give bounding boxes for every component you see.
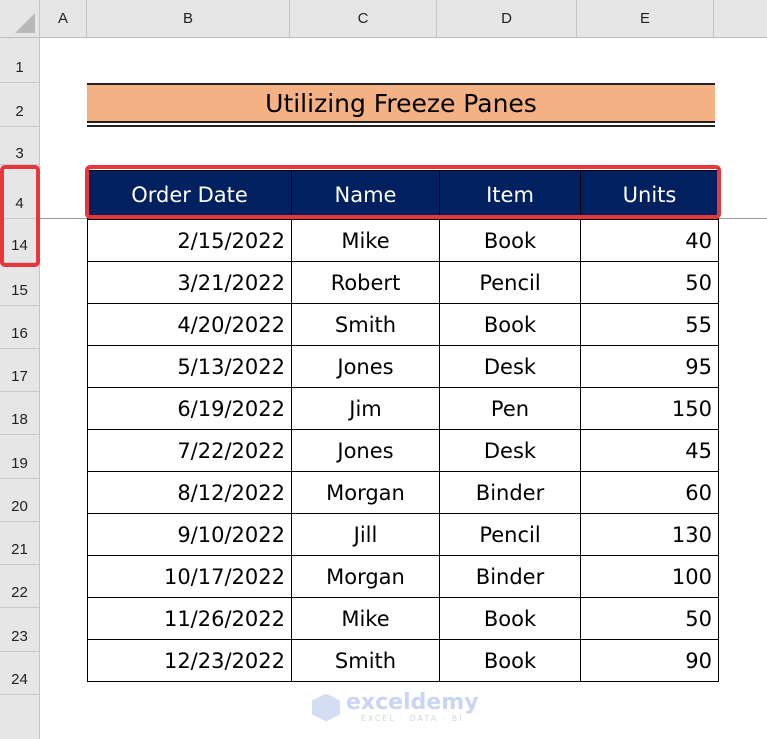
- cell-order-date[interactable]: 10/17/2022: [87, 555, 292, 598]
- cell-item[interactable]: Book: [439, 219, 581, 262]
- cell-name[interactable]: Smith: [291, 303, 440, 346]
- cell-units[interactable]: 60: [580, 471, 719, 514]
- row-header-16[interactable]: 16: [0, 306, 40, 349]
- cell-item[interactable]: Book: [439, 639, 581, 682]
- cell-order-date[interactable]: 7/22/2022: [87, 429, 292, 472]
- select-all-triangle-icon: [15, 13, 35, 33]
- cell-item[interactable]: Book: [439, 597, 581, 640]
- cell-units[interactable]: 95: [580, 345, 719, 388]
- cell-item[interactable]: Pen: [439, 387, 581, 430]
- cell-name[interactable]: Smith: [291, 639, 440, 682]
- table-row: 10/17/2022 Morgan Binder 100: [87, 555, 719, 598]
- cell-name[interactable]: Morgan: [291, 555, 440, 598]
- cell-order-date[interactable]: 4/20/2022: [87, 303, 292, 346]
- row-header-17[interactable]: 17: [0, 349, 40, 392]
- row-header-21[interactable]: 21: [0, 522, 40, 565]
- cell-order-date[interactable]: 12/23/2022: [87, 639, 292, 682]
- row-header-19[interactable]: 19: [0, 435, 40, 479]
- row-header-2[interactable]: 2: [0, 83, 40, 127]
- column-header-f[interactable]: [714, 0, 767, 38]
- cell-units[interactable]: 50: [580, 261, 719, 304]
- row-header-24[interactable]: 24: [0, 652, 40, 695]
- cell-name[interactable]: Jones: [291, 429, 440, 472]
- cell-name[interactable]: Robert: [291, 261, 440, 304]
- cell-units[interactable]: 130: [580, 513, 719, 556]
- title-double-underline: [87, 121, 715, 127]
- table-row: 5/13/2022 Jones Desk 95: [87, 345, 719, 388]
- table-header-row: Order Date Name Item Units: [87, 170, 719, 220]
- header-order-date[interactable]: Order Date: [87, 170, 292, 220]
- cell-units[interactable]: 100: [580, 555, 719, 598]
- cell-order-date[interactable]: 6/19/2022: [87, 387, 292, 430]
- cell-order-date[interactable]: 2/15/2022: [87, 219, 292, 262]
- row-header-22[interactable]: 22: [0, 565, 40, 608]
- header-name[interactable]: Name: [291, 170, 440, 220]
- table-row: 12/23/2022 Smith Book 90: [87, 639, 719, 682]
- cell-units[interactable]: 90: [580, 639, 719, 682]
- cell-name[interactable]: Mike: [291, 597, 440, 640]
- cell-item[interactable]: Book: [439, 303, 581, 346]
- cell-name[interactable]: Jim: [291, 387, 440, 430]
- row-header-20[interactable]: 20: [0, 479, 40, 522]
- cell-order-date[interactable]: 8/12/2022: [87, 471, 292, 514]
- cell-item[interactable]: Binder: [439, 555, 581, 598]
- table-row: 8/12/2022 Morgan Binder 60: [87, 471, 719, 514]
- cell-order-date[interactable]: 3/21/2022: [87, 261, 292, 304]
- row-header-4[interactable]: 4: [0, 165, 40, 219]
- cell-name[interactable]: Morgan: [291, 471, 440, 514]
- table-row: 6/19/2022 Jim Pen 150: [87, 387, 719, 430]
- table-row: 3/21/2022 Robert Pencil 50: [87, 261, 719, 304]
- sheet-title[interactable]: Utilizing Freeze Panes: [87, 83, 715, 121]
- row-header-25[interactable]: [0, 695, 40, 739]
- cell-order-date[interactable]: 5/13/2022: [87, 345, 292, 388]
- cell-order-date[interactable]: 9/10/2022: [87, 513, 292, 556]
- watermark-name: exceldemy: [346, 690, 479, 715]
- column-header-b[interactable]: B: [87, 0, 290, 38]
- header-item[interactable]: Item: [439, 170, 581, 220]
- row-header-1[interactable]: 1: [0, 38, 40, 83]
- cell-units[interactable]: 40: [580, 219, 719, 262]
- table-row: 2/15/2022 Mike Book 40: [87, 219, 719, 262]
- row-header-15[interactable]: 15: [0, 263, 40, 306]
- column-header-d[interactable]: D: [437, 0, 577, 38]
- cell-order-date[interactable]: 11/26/2022: [87, 597, 292, 640]
- watermark: exceldemy EXCEL · DATA · BI: [312, 692, 479, 723]
- select-all-corner[interactable]: [0, 0, 40, 38]
- table-row: 4/20/2022 Smith Book 55: [87, 303, 719, 346]
- row-header-3[interactable]: 3: [0, 127, 40, 165]
- table-row: 11/26/2022 Mike Book 50: [87, 597, 719, 640]
- table-row: 9/10/2022 Jill Pencil 130: [87, 513, 719, 556]
- row-header-14[interactable]: 14: [0, 219, 40, 263]
- column-header-c[interactable]: C: [290, 0, 437, 38]
- cell-item[interactable]: Desk: [439, 429, 581, 472]
- cell-units[interactable]: 50: [580, 597, 719, 640]
- row-header-23[interactable]: 23: [0, 608, 40, 652]
- cell-item[interactable]: Pencil: [439, 513, 581, 556]
- cell-units[interactable]: 45: [580, 429, 719, 472]
- cell-name[interactable]: Jill: [291, 513, 440, 556]
- column-header-e[interactable]: E: [577, 0, 714, 38]
- watermark-tagline: EXCEL · DATA · BI: [360, 714, 464, 723]
- cell-units[interactable]: 150: [580, 387, 719, 430]
- exceldemy-logo-icon: [312, 693, 340, 722]
- table-row: 7/22/2022 Jones Desk 45: [87, 429, 719, 472]
- column-header-a[interactable]: A: [40, 0, 87, 38]
- cell-item[interactable]: Binder: [439, 471, 581, 514]
- header-units[interactable]: Units: [580, 170, 719, 220]
- cell-item[interactable]: Desk: [439, 345, 581, 388]
- row-header-18[interactable]: 18: [0, 392, 40, 435]
- orders-table: Order Date Name Item Units 2/15/2022 Mike…: [87, 170, 719, 682]
- cell-units[interactable]: 55: [580, 303, 719, 346]
- cell-item[interactable]: Pencil: [439, 261, 581, 304]
- cell-name[interactable]: Jones: [291, 345, 440, 388]
- cell-name[interactable]: Mike: [291, 219, 440, 262]
